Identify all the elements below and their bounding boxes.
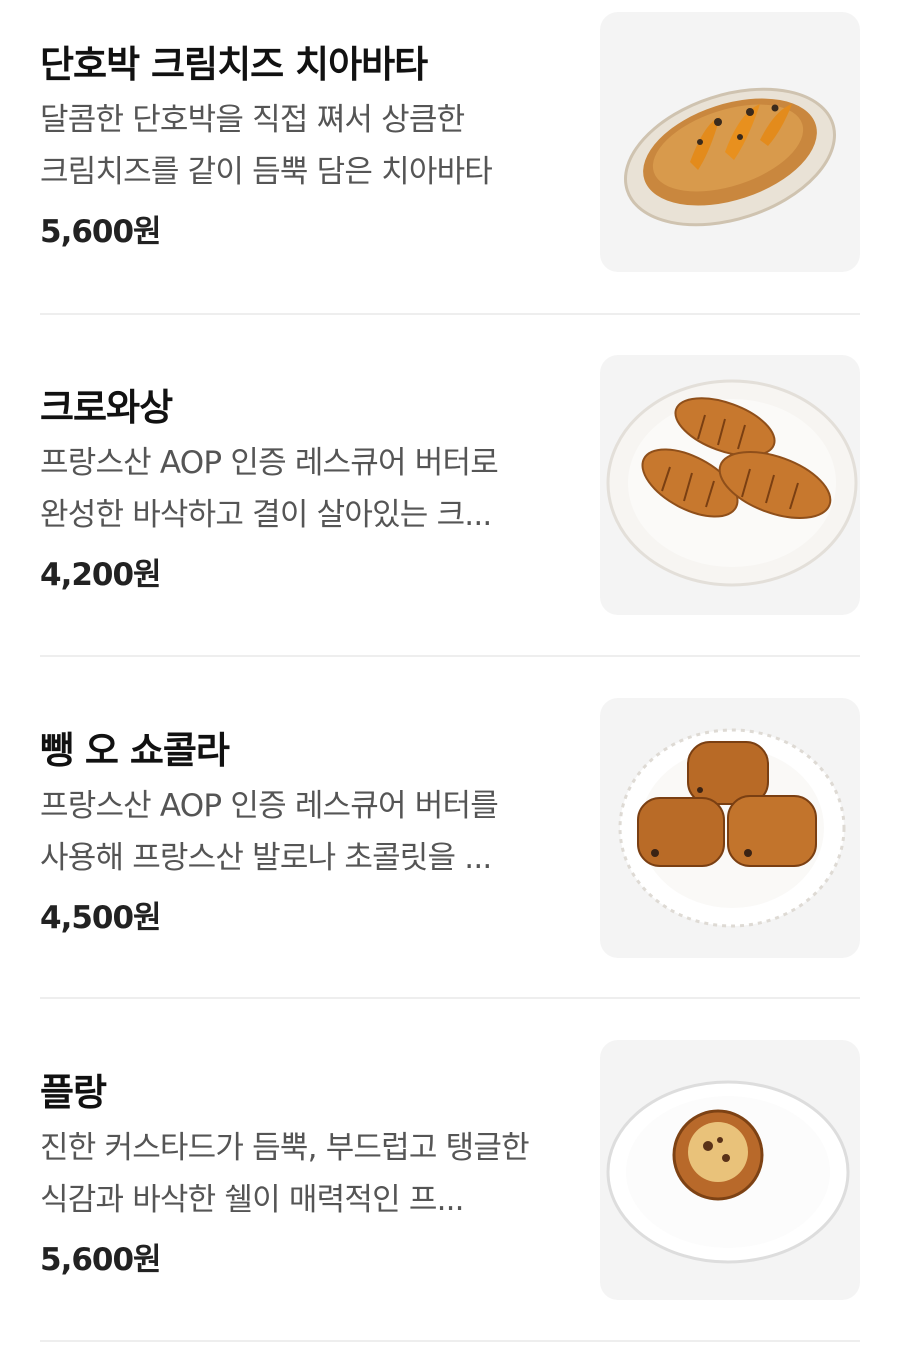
menu-item-image[interactable] — [600, 12, 860, 272]
menu-item-price: 4,500원 — [40, 900, 162, 936]
divider — [40, 655, 860, 657]
menu-item-description: 프랑스산 AOP 인증 레스큐어 버터로 완성한 바삭하고 결이 살아있는 크.… — [40, 445, 499, 533]
menu-item-name: 뺑 오 쇼콜라 — [40, 729, 230, 772]
menu-item-croissant[interactable]: 크로와상 프랑스산 AOP 인증 레스큐어 버터로 완성한 바삭하고 결이 살아… — [40, 355, 860, 615]
menu-item-description: 달콤한 단호박을 직접 쪄서 상큼한 크림치즈를 같이 듬뿍 담은 치아바타 — [40, 102, 493, 190]
menu-item-danhobak-cream-cheese-ciabatta[interactable]: 단호박 크림치즈 치아바타 달콤한 단호박을 직접 쪄서 상큼한 크림치즈를 같… — [40, 12, 860, 272]
menu-item-price: 4,200원 — [40, 557, 162, 593]
menu-item-pain-au-chocolat[interactable]: 뺑 오 쇼콜라 프랑스산 AOP 인증 레스큐어 버터를 사용해 프랑스산 발로… — [40, 698, 860, 958]
menu-item-price: 5,600원 — [40, 1242, 162, 1278]
menu-item-image[interactable] — [600, 355, 860, 615]
divider — [40, 997, 860, 999]
menu-item-flan[interactable]: 플랑 진한 커스타드가 듬뿍, 부드럽고 탱글한 식감과 바삭한 쉘이 매력적인… — [40, 1040, 860, 1300]
menu-item-name: 크로와상 — [40, 386, 173, 429]
menu-item-image[interactable] — [600, 698, 860, 958]
croissant-icon — [606, 379, 858, 587]
divider — [40, 313, 860, 315]
menu-item-name: 플랑 — [40, 1071, 107, 1114]
menu-item-price: 5,600원 — [40, 214, 162, 250]
menu-item-image[interactable] — [600, 1040, 860, 1300]
menu-item-name: 단호박 크림치즈 치아바타 — [40, 43, 428, 86]
divider — [40, 1340, 860, 1342]
ciabatta-icon — [624, 87, 836, 227]
pain-au-chocolat-icon — [618, 728, 846, 928]
menu-item-description: 프랑스산 AOP 인증 레스큐어 버터를 사용해 프랑스산 발로나 초콜릿을 .… — [40, 788, 499, 876]
menu-item-description: 진한 커스타드가 듬뿍, 부드럽고 탱글한 식감과 바삭한 쉘이 매력적인 프.… — [40, 1130, 530, 1218]
flan-icon — [606, 1080, 850, 1264]
